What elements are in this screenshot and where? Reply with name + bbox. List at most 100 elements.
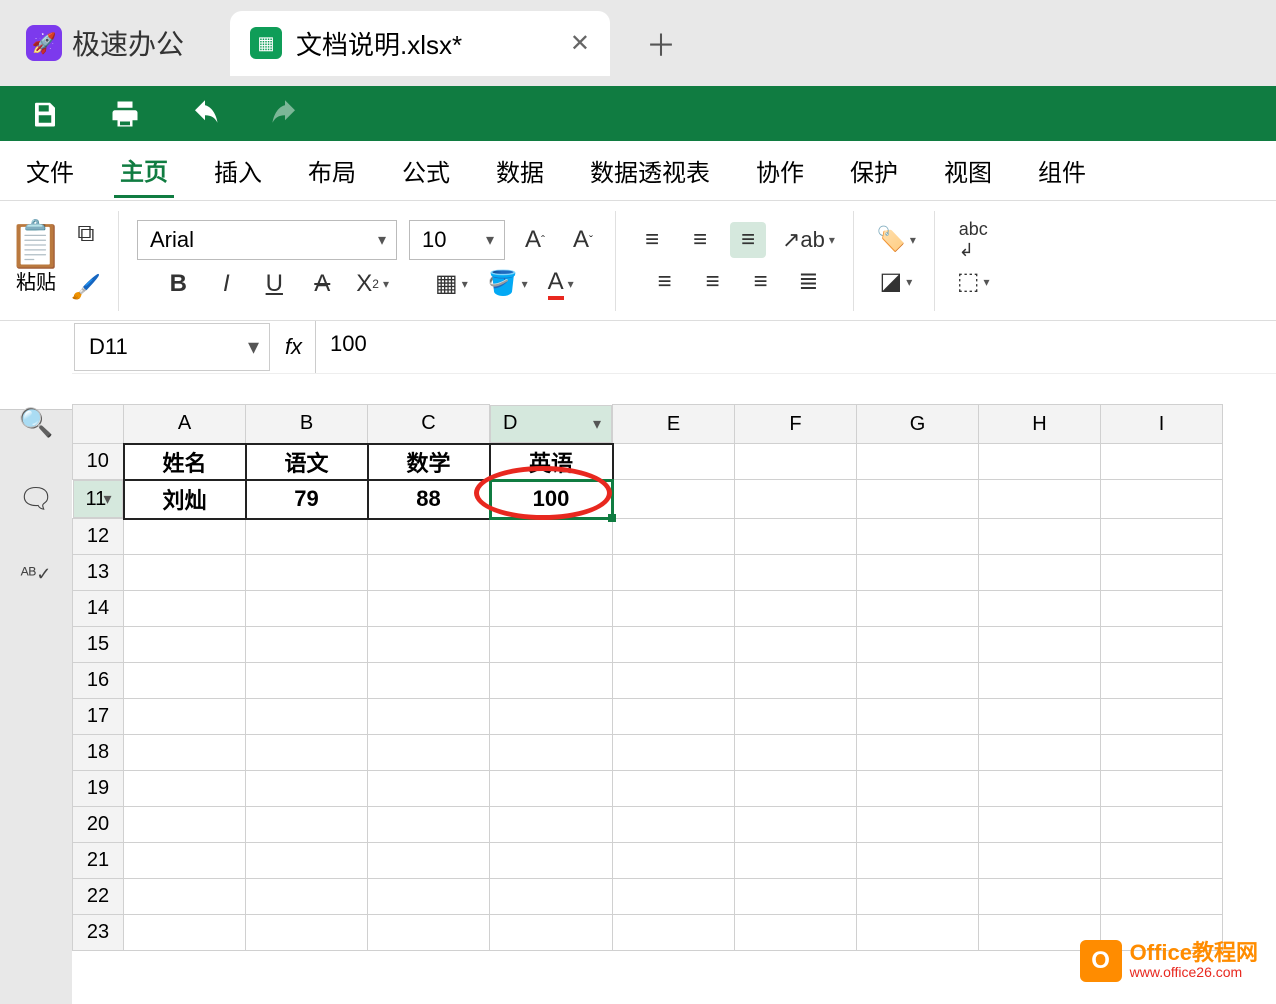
cell-C21[interactable] <box>368 843 490 879</box>
column-header-I[interactable]: I <box>1101 405 1223 444</box>
cell-D17[interactable] <box>490 699 613 735</box>
cell-F14[interactable] <box>735 591 857 627</box>
cell-C16[interactable] <box>368 663 490 699</box>
row-header-21[interactable]: 21 <box>73 843 124 879</box>
cell-F12[interactable] <box>735 519 857 555</box>
cell-H16[interactable] <box>979 663 1101 699</box>
cell-E20[interactable] <box>613 807 735 843</box>
cell-G21[interactable] <box>857 843 979 879</box>
cell-G13[interactable] <box>857 555 979 591</box>
cell-H20[interactable] <box>979 807 1101 843</box>
print-button[interactable] <box>110 99 140 129</box>
cell-E22[interactable] <box>613 879 735 915</box>
menu-pivot[interactable]: 数据透视表 <box>584 145 716 196</box>
row-header-23[interactable]: 23 <box>73 915 124 951</box>
cell-A17[interactable] <box>124 699 246 735</box>
cell-E21[interactable] <box>613 843 735 879</box>
row-header-10[interactable]: 10 <box>73 444 124 480</box>
cell-G17[interactable] <box>857 699 979 735</box>
cell-I13[interactable] <box>1101 555 1223 591</box>
cell-F13[interactable] <box>735 555 857 591</box>
row-header-13[interactable]: 13 <box>73 555 124 591</box>
menu-home[interactable]: 主页 <box>114 144 174 198</box>
cell-G22[interactable] <box>857 879 979 915</box>
cell-H14[interactable] <box>979 591 1101 627</box>
cell-H15[interactable] <box>979 627 1101 663</box>
cell-style-button[interactable]: ◪ <box>876 264 917 300</box>
column-header-A[interactable]: A <box>124 405 246 444</box>
menu-data[interactable]: 数据 <box>490 145 550 196</box>
cell-I19[interactable] <box>1101 771 1223 807</box>
cell-F17[interactable] <box>735 699 857 735</box>
cell-I20[interactable] <box>1101 807 1223 843</box>
menu-file[interactable]: 文件 <box>20 145 80 196</box>
fx-icon[interactable]: fx <box>272 321 316 373</box>
subscript-superscript-button[interactable]: X2 <box>352 266 393 302</box>
cell-D23[interactable] <box>490 915 613 951</box>
cell-E13[interactable] <box>613 555 735 591</box>
cell-G10[interactable] <box>857 444 979 480</box>
save-button[interactable] <box>30 99 60 129</box>
number-format-button[interactable]: 🏷️ <box>872 222 920 258</box>
align-right-button[interactable]: ≡ <box>742 264 778 300</box>
cell-I10[interactable] <box>1101 444 1223 480</box>
cell-C23[interactable] <box>368 915 490 951</box>
cell-A22[interactable] <box>124 879 246 915</box>
cell-B19[interactable] <box>246 771 368 807</box>
increase-font-button[interactable]: Aˆ <box>517 222 553 258</box>
row-header-12[interactable]: 12 <box>73 519 124 555</box>
row-header-19[interactable]: 19 <box>73 771 124 807</box>
row-header-15[interactable]: 15 <box>73 627 124 663</box>
formula-input[interactable]: 100 <box>316 321 1276 373</box>
cell-H22[interactable] <box>979 879 1101 915</box>
spellcheck-icon[interactable]: ᴬᴮ✓ <box>18 556 54 592</box>
cell-I17[interactable] <box>1101 699 1223 735</box>
column-header-G[interactable]: G <box>857 405 979 444</box>
row-header-14[interactable]: 14 <box>73 591 124 627</box>
cell-D18[interactable] <box>490 735 613 771</box>
redo-button[interactable] <box>270 99 300 129</box>
cell-D20[interactable] <box>490 807 613 843</box>
column-header-H[interactable]: H <box>979 405 1101 444</box>
cell-B10[interactable]: 语文 <box>246 444 368 480</box>
cell-F19[interactable] <box>735 771 857 807</box>
cell-A11[interactable]: 刘灿 <box>124 480 246 519</box>
cell-B23[interactable] <box>246 915 368 951</box>
cell-F18[interactable] <box>735 735 857 771</box>
cell-E11[interactable] <box>613 480 735 519</box>
cell-A20[interactable] <box>124 807 246 843</box>
cell-E17[interactable] <box>613 699 735 735</box>
cell-E16[interactable] <box>613 663 735 699</box>
cell-D16[interactable] <box>490 663 613 699</box>
column-header-C[interactable]: C <box>368 405 490 444</box>
cell-A21[interactable] <box>124 843 246 879</box>
cell-E14[interactable] <box>613 591 735 627</box>
cell-G18[interactable] <box>857 735 979 771</box>
menu-plugin[interactable]: 组件 <box>1032 145 1092 196</box>
cell-C11[interactable]: 88 <box>368 480 490 519</box>
cell-B11[interactable]: 79 <box>246 480 368 519</box>
cell-G19[interactable] <box>857 771 979 807</box>
cell-C20[interactable] <box>368 807 490 843</box>
close-tab-button[interactable]: ✕ <box>570 29 590 58</box>
cell-D22[interactable] <box>490 879 613 915</box>
decrease-font-button[interactable]: Aˇ <box>565 222 601 258</box>
row-header-18[interactable]: 18 <box>73 735 124 771</box>
cell-C22[interactable] <box>368 879 490 915</box>
cell-H11[interactable] <box>979 480 1101 519</box>
column-header-E[interactable]: E <box>613 405 735 444</box>
name-box[interactable]: D11 <box>74 323 270 371</box>
fill-color-button[interactable]: 🪣 <box>484 266 532 302</box>
copy-button[interactable]: ⧉ <box>68 216 104 252</box>
cell-B13[interactable] <box>246 555 368 591</box>
cell-I14[interactable] <box>1101 591 1223 627</box>
cell-C15[interactable] <box>368 627 490 663</box>
cell-G15[interactable] <box>857 627 979 663</box>
menu-insert[interactable]: 插入 <box>208 145 268 196</box>
cell-B16[interactable] <box>246 663 368 699</box>
cell-A16[interactable] <box>124 663 246 699</box>
select-all-corner[interactable] <box>73 405 124 444</box>
cell-I21[interactable] <box>1101 843 1223 879</box>
cell-B15[interactable] <box>246 627 368 663</box>
tab-document[interactable]: ▦ 文档说明.xlsx* ✕ <box>230 11 610 76</box>
